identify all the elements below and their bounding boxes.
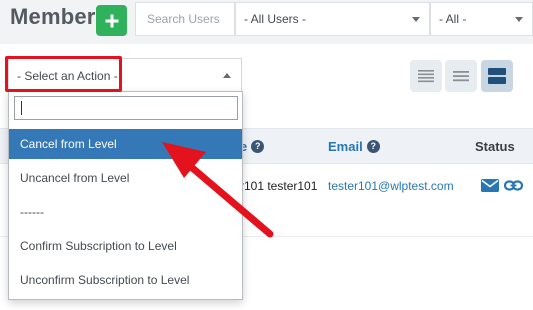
option-label: Confirm Subscription to Level <box>20 239 177 253</box>
grid-view-toggle[interactable] <box>481 60 513 92</box>
list-view-toggle[interactable] <box>410 60 442 92</box>
members-screen: Members - All Users - - All - - Select a… <box>0 0 533 310</box>
caret-down-icon <box>412 17 420 22</box>
page-title: Members <box>10 4 108 29</box>
search-users-input[interactable] <box>135 2 235 36</box>
option-label: Cancel from Level <box>20 137 117 151</box>
option-confirm-subscription[interactable]: Confirm Subscription to Level <box>9 231 242 261</box>
bulk-action-select[interactable]: - Select an Action - <box>8 58 242 92</box>
status-column-header: Status <box>475 139 515 154</box>
option-cancel-from-level[interactable]: Cancel from Level <box>9 129 242 159</box>
member-email-link[interactable]: tester101@wlptest.com <box>328 179 454 193</box>
grid-view-icon <box>488 68 506 84</box>
plus-icon <box>105 14 118 27</box>
action-search-input[interactable] <box>14 96 238 120</box>
name-column-header[interactable]: e ? <box>240 139 265 154</box>
option-separator[interactable]: ------ <box>9 197 242 227</box>
list-view-icon <box>418 70 434 83</box>
option-label: Unconfirm Subscription to Level <box>20 273 190 287</box>
email-column-label: Email <box>328 139 363 154</box>
caret-down-icon <box>515 17 523 22</box>
email-column-header[interactable]: Email ? <box>328 139 380 154</box>
compact-view-icon <box>453 71 469 82</box>
option-label: Uncancel from Level <box>20 171 130 185</box>
users-filter-value: - All Users - <box>244 12 307 26</box>
status-column-label: Status <box>475 139 515 154</box>
option-unconfirm-subscription[interactable]: Unconfirm Subscription to Level <box>9 265 242 295</box>
bulk-action-dropdown: Cancel from Level Uncancel from Level --… <box>8 91 243 300</box>
secondary-filter-select[interactable]: - All - <box>430 2 533 36</box>
option-label: ------ <box>20 205 44 219</box>
users-filter-select[interactable]: - All Users - <box>235 2 430 36</box>
help-icon[interactable]: ? <box>251 140 265 153</box>
link-icon[interactable] <box>504 179 523 192</box>
bulk-action-value: - Select an Action - <box>17 68 118 83</box>
add-member-button[interactable] <box>96 5 127 36</box>
mail-icon[interactable] <box>481 179 499 192</box>
compact-view-toggle[interactable] <box>445 60 477 92</box>
secondary-filter-value: - All - <box>439 12 467 26</box>
member-name[interactable]: r101 tester101 <box>240 179 317 193</box>
option-uncancel-from-level[interactable]: Uncancel from Level <box>9 163 242 193</box>
help-icon[interactable]: ? <box>366 140 380 153</box>
caret-up-icon <box>223 73 231 78</box>
text-cursor <box>21 101 22 115</box>
